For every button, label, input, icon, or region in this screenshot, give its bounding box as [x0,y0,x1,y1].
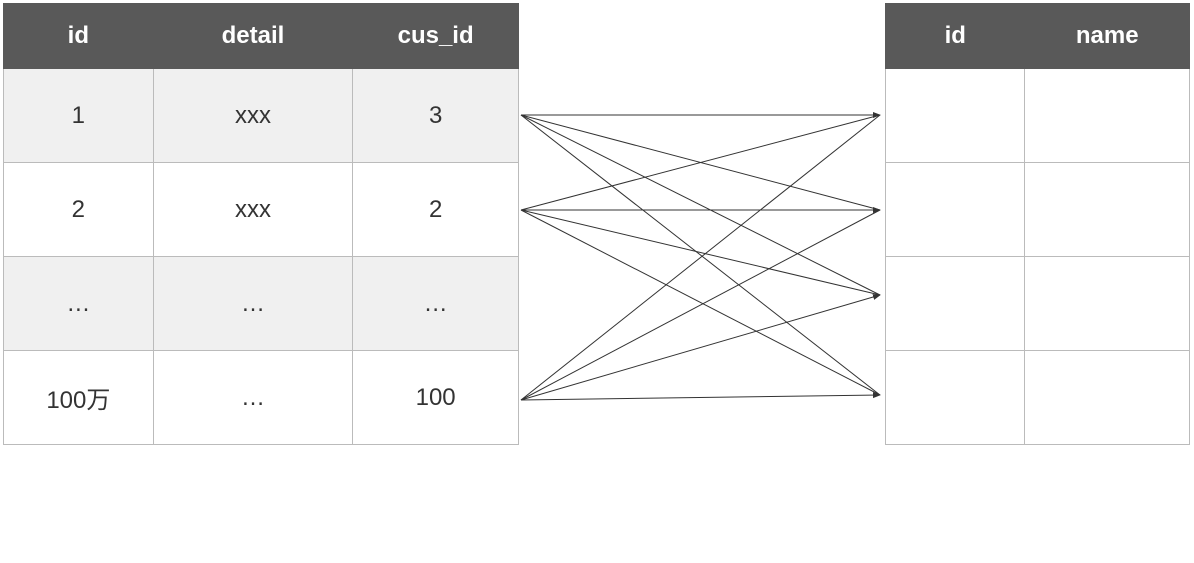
cell-name [1025,257,1190,351]
connector-line [521,210,880,295]
connector-line [521,210,880,400]
cell-id [886,257,1025,351]
left-table-header-row: id detail cus_id [4,4,519,69]
cell-cusid: … [353,257,519,351]
cell-detail: xxx [153,163,353,257]
connector-line [521,115,880,210]
table-row: … … … [4,257,519,351]
table-row [886,163,1190,257]
connector-line [521,210,880,395]
cell-detail: … [153,257,353,351]
cell-detail: xxx [153,69,353,163]
cell-cusid: 3 [353,69,519,163]
left-table-header-detail: detail [153,4,353,69]
cell-cusid: 100 [353,351,519,445]
connector-line [521,115,880,210]
left-table-header-id: id [4,4,154,69]
cell-id: 1 [4,69,154,163]
connector-line [521,115,880,295]
cell-name [1025,351,1190,445]
table-row: 1 xxx 3 [4,69,519,163]
cell-id [886,163,1025,257]
table-row [886,351,1190,445]
cell-id: … [4,257,154,351]
cell-cusid: 2 [353,163,519,257]
right-table-header-id: id [886,4,1025,69]
right-table: id name [885,3,1190,445]
right-table-header-name: name [1025,4,1190,69]
table-row: 2 xxx 2 [4,163,519,257]
table-row [886,257,1190,351]
connector-line [521,295,880,400]
cell-detail: … [153,351,353,445]
table-row [886,69,1190,163]
right-table-header-row: id name [886,4,1190,69]
connector-line [521,115,880,395]
cell-id: 100万 [4,351,154,445]
cell-id [886,69,1025,163]
cell-id: 2 [4,163,154,257]
cell-name [1025,69,1190,163]
connector-line [521,395,880,400]
connector-line [521,115,880,400]
cell-id [886,351,1025,445]
cell-name [1025,163,1190,257]
left-table: id detail cus_id 1 xxx 3 2 xxx 2 … … … 1… [3,3,519,445]
left-table-header-cusid: cus_id [353,4,519,69]
table-row: 100万 … 100 [4,351,519,445]
